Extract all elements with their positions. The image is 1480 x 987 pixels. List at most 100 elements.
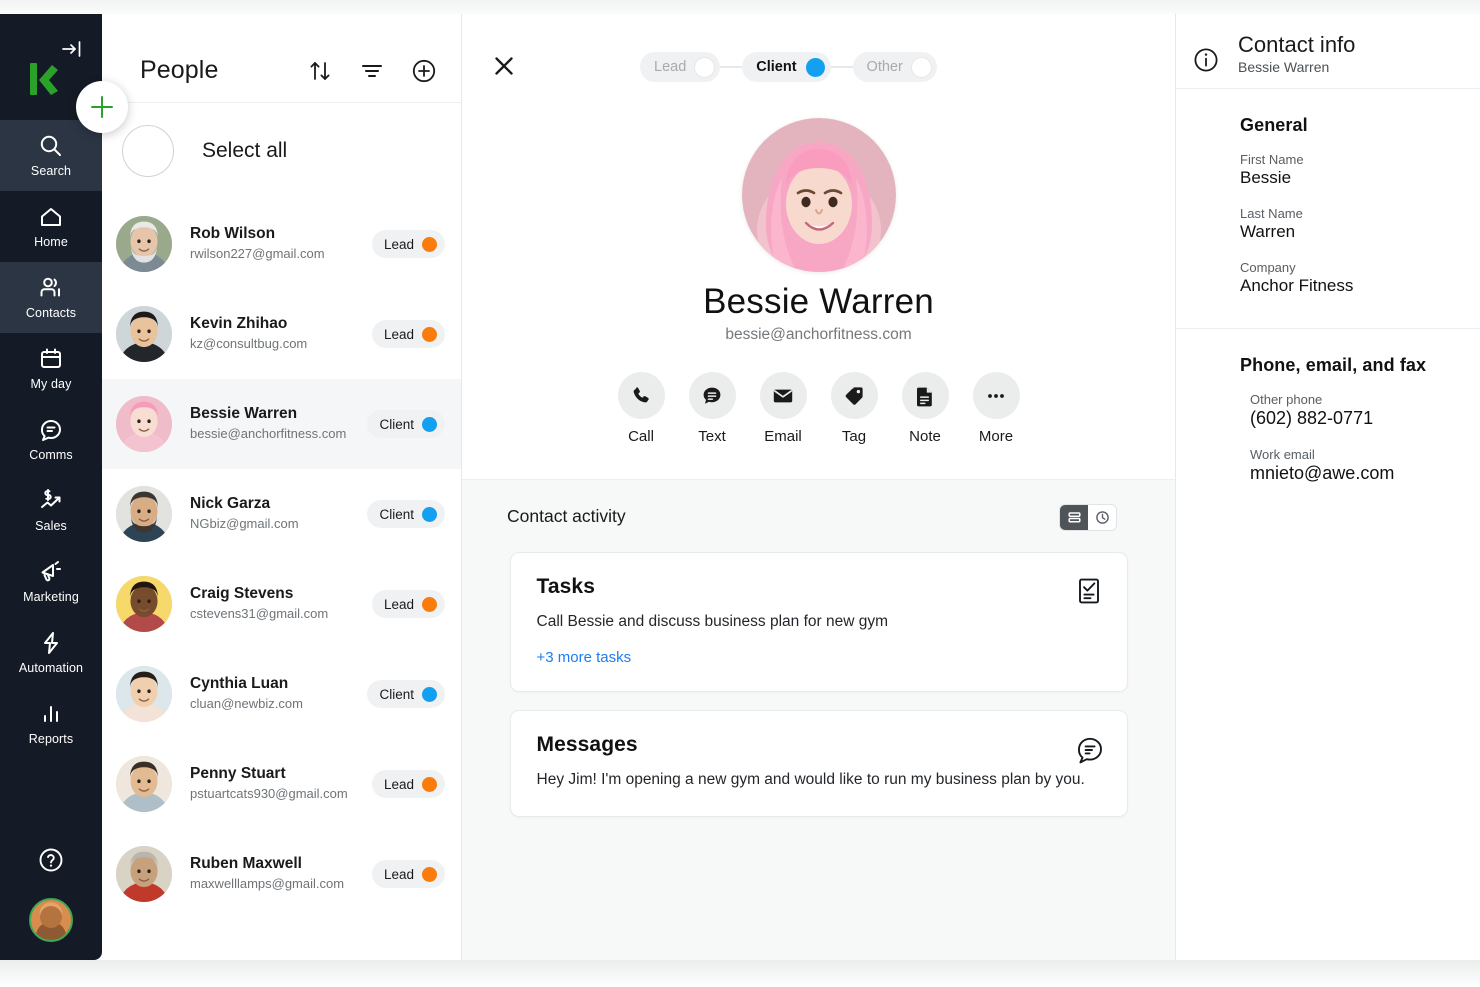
toggle-knob (695, 57, 715, 77)
contact-meta: Kevin Zhihao kz@consultbug.com (190, 314, 372, 353)
contact-meta: Nick Garza NGbiz@gmail.com (190, 494, 367, 533)
contacts-icon (38, 275, 64, 301)
sidebar-item-search[interactable]: Search (0, 120, 102, 191)
info-section-heading: General (1240, 115, 1308, 135)
status-badge[interactable]: Lead (371, 860, 445, 888)
sidebar-item-automation[interactable]: Automation (0, 617, 102, 688)
sidebar-item-comms[interactable]: Comms (0, 404, 102, 475)
select-all-row[interactable]: Select all (102, 103, 462, 199)
contact-list-item[interactable]: Nick Garza NGbiz@gmail.com Client (102, 469, 461, 559)
contact-list-item[interactable]: Cynthia Luan cluan@newbiz.com Client (102, 649, 461, 739)
text-button[interactable]: Text (688, 372, 736, 445)
select-all-checkbox[interactable] (122, 125, 174, 177)
status-badge[interactable]: Lead (371, 590, 445, 618)
contact-hero: Lead Client Other Bessie Warren bessie@a… (462, 14, 1175, 465)
status-badge[interactable]: Lead (371, 230, 445, 258)
add-circle-icon[interactable] (411, 58, 437, 84)
quick-action-label: Call (628, 428, 654, 445)
people-header: People (102, 14, 461, 103)
close-icon[interactable] (490, 52, 520, 82)
contact-name: Bessie Warren (703, 282, 934, 321)
help-circle-icon[interactable] (0, 832, 102, 888)
note-button[interactable]: Note (901, 372, 949, 445)
contact-meta: Penny Stuart pstuartcats930@gmail.com (190, 764, 372, 803)
status-badge-label: Lead (383, 326, 414, 342)
tag-button[interactable]: Tag (830, 372, 878, 445)
activity-card-messages[interactable]: Messages Hey Jim! I'm opening a new gym … (509, 710, 1128, 817)
list-view-icon[interactable] (1060, 505, 1088, 530)
info-field: First Name Bessie (1240, 152, 1480, 188)
sidebar-item-marketing[interactable]: Marketing (0, 546, 102, 617)
left-nav-rail: Search Home Contacts My day Comms Sales … (0, 14, 102, 960)
search-icon (38, 133, 64, 159)
stage-option-lead[interactable]: Lead (640, 52, 721, 82)
contact-avatar (116, 396, 172, 452)
status-badge[interactable]: Client (367, 680, 445, 708)
contact-list-item[interactable]: Bessie Warren bessie@anchorfitness.com C… (102, 379, 461, 469)
activity-title: Contact activity (507, 506, 626, 526)
stage-label: Client (756, 59, 797, 75)
sidebar-item-my-day[interactable]: My day (0, 333, 102, 404)
stage-option-client[interactable]: Client (742, 52, 831, 82)
envelope-icon (759, 372, 807, 419)
contact-activity-section: Contact activity Tasks Call Bessie and d… (462, 479, 1175, 960)
more-button[interactable]: More (972, 372, 1020, 445)
contact-list-item[interactable]: Penny Stuart pstuartcats930@gmail.com Le… (102, 739, 461, 829)
contact-avatar (116, 486, 172, 542)
contact-email: cstevens31@gmail.com (190, 606, 329, 622)
toggle-knob (805, 57, 825, 77)
status-dot (422, 596, 437, 612)
quick-action-label: Email (764, 428, 802, 445)
contact-email: NGbiz@gmail.com (190, 516, 299, 532)
add-new-button[interactable] (76, 81, 128, 133)
lightning-bolt-icon (38, 630, 64, 656)
contact-list-item[interactable]: Rob Wilson rwilson227@gmail.com Lead (102, 199, 461, 289)
contact-list-item[interactable]: Craig Stevens cstevens31@gmail.com Lead (102, 559, 461, 649)
info-field-label: First Name (1240, 152, 1304, 167)
status-badge[interactable]: Client (367, 500, 445, 528)
status-dot (422, 326, 437, 342)
quick-action-label: More (978, 428, 1014, 445)
stage-option-other[interactable]: Other (852, 52, 937, 82)
contact-info-subtitle: Bessie Warren (1238, 59, 1330, 76)
toggle-knob (911, 57, 931, 77)
status-badge[interactable]: Lead (371, 320, 445, 348)
filter-icon[interactable] (359, 58, 385, 84)
message-lines-icon (1075, 735, 1105, 765)
contact-avatar (116, 216, 172, 272)
email-button[interactable]: Email (759, 372, 807, 445)
nav-bottom (0, 832, 102, 942)
user-avatar[interactable] (29, 898, 73, 942)
info-field-value: (602) 882-0771 (1250, 408, 1374, 428)
call-button[interactable]: Call (617, 372, 665, 445)
info-field-value: Bessie (1240, 168, 1292, 187)
contact-info-panel: Contact info Bessie Warren General First… (1176, 14, 1480, 960)
activity-card-tasks[interactable]: Tasks Call Bessie and discuss business p… (509, 552, 1128, 693)
status-badge[interactable]: Client (367, 410, 445, 438)
status-badge-label: Client (379, 686, 414, 702)
clock-view-icon[interactable] (1088, 505, 1116, 530)
sidebar-item-reports[interactable]: Reports (0, 688, 102, 759)
sort-arrows-icon[interactable] (307, 58, 333, 84)
contact-list: Rob Wilson rwilson227@gmail.com Lead Kev… (102, 199, 461, 919)
sidebar-item-contacts[interactable]: Contacts (0, 262, 102, 333)
status-badge[interactable]: Lead (371, 770, 445, 798)
sidebar-item-label: Marketing (23, 590, 79, 604)
tag-icon (830, 372, 878, 419)
sidebar-item-sales[interactable]: Sales (0, 475, 102, 546)
info-field-label: Other phone (1250, 392, 1323, 407)
status-badge-label: Lead (383, 596, 414, 612)
stage-label: Other (866, 59, 903, 75)
contact-list-item[interactable]: Kevin Zhihao kz@consultbug.com Lead (102, 289, 461, 379)
contact-avatar (116, 306, 172, 362)
quick-action-label: Note (909, 428, 941, 445)
contact-email: pstuartcats930@gmail.com (190, 786, 348, 802)
contact-list-item[interactable]: Ruben Maxwell maxwelllamps@gmail.com Lea… (102, 829, 461, 919)
more-tasks-link[interactable]: +3 more tasks (537, 649, 632, 666)
info-section: General First Name Bessie Last Name Warr… (1176, 89, 1480, 328)
info-circle-icon (1192, 46, 1220, 74)
people-panel: People Select all Rob Wilson rwilson227@… (102, 14, 462, 960)
contact-email: bessie@anchorfitness.com (725, 326, 912, 343)
sidebar-item-home[interactable]: Home (0, 191, 102, 262)
contact-avatar (116, 756, 172, 812)
